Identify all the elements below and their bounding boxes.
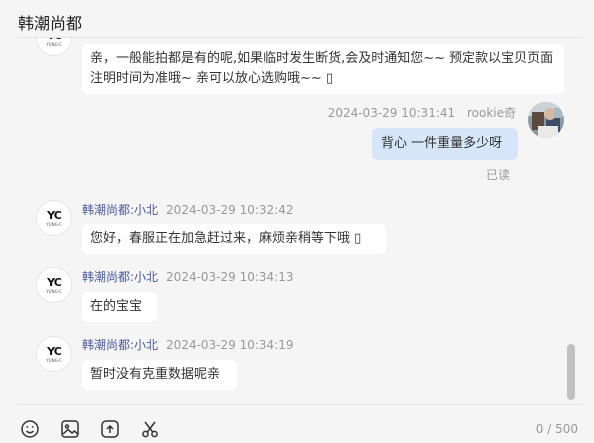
message-text: 亲，一般能拍都是有的呢,如果临时发生断货,会及时通知您~~ 预定款以宝贝页面注明…	[90, 51, 554, 86]
message-time: 2024-03-29 10:34:19	[166, 338, 294, 352]
message-bubble[interactable]: 亲，一般能拍都是有的呢,如果临时发生断货,会及时通知您~~ 预定款以宝贝页面注明…	[82, 44, 564, 94]
sender-name[interactable]: 韩潮尚都:小北	[82, 338, 158, 352]
shop-avatar[interactable]: YC YUNG·C	[36, 336, 72, 372]
message-text: 在的宝宝	[90, 299, 143, 314]
message-time: 2024-03-29 10:32:42	[166, 203, 294, 217]
shop-avatar-subtext: YUNG·C	[46, 41, 62, 47]
shop-avatar[interactable]: YC YUNG·C	[36, 200, 72, 236]
chat-title: 韩潮尚都	[18, 14, 83, 33]
sender-name: rookie奇	[466, 106, 516, 120]
scissors-icon[interactable]	[140, 419, 160, 439]
message-bubble[interactable]: 您好，春服正在加急赶过来，麻烦亲稍等下哦 ▯	[82, 224, 386, 254]
message-bubble-self[interactable]: 背心 一件重量多少呀	[372, 128, 518, 160]
read-status: 已读	[486, 168, 511, 182]
user-avatar[interactable]	[528, 102, 564, 138]
sender-name[interactable]: 韩潮尚都:小北	[82, 203, 158, 217]
message-bubble[interactable]: 暂时没有克重数据呢亲	[82, 360, 237, 390]
input-toolbar: 0 / 500	[0, 405, 594, 441]
upload-icon[interactable]	[100, 419, 120, 439]
header-divider	[18, 37, 582, 38]
image-icon[interactable]	[60, 419, 80, 439]
message-time: 2024-03-29 10:34:13	[166, 270, 294, 284]
shop-avatar-monogram: YC	[47, 38, 62, 41]
message-meta: 韩潮尚都:小北 2024-03-29 10:34:13	[82, 268, 294, 285]
shop-avatar-monogram: YC	[47, 208, 62, 222]
message-text: 背心 一件重量多少呀	[381, 136, 503, 151]
message-bubble[interactable]: 在的宝宝	[82, 292, 157, 322]
scrollbar-thumb[interactable]	[567, 344, 575, 400]
shop-avatar[interactable]: YC YUNG·C	[36, 267, 72, 303]
sender-name[interactable]: 韩潮尚都:小北	[82, 270, 158, 284]
shop-avatar[interactable]: YC YUNG·C	[36, 38, 72, 56]
shop-avatar-subtext: YUNG·C	[46, 221, 62, 227]
message-list[interactable]: YC YUNG·C 亲，一般能拍都是有的呢,如果临时发生断货,会及时通知您~~ …	[0, 38, 594, 404]
message-meta: 2024-03-29 10:31:41 rookie奇	[328, 104, 516, 121]
char-counter: 0 / 500	[535, 422, 578, 436]
user-avatar-photo	[528, 102, 564, 138]
shop-avatar-monogram: YC	[47, 344, 62, 358]
message-text: 您好，春服正在加急赶过来，麻烦亲稍等下哦 ▯	[90, 231, 362, 246]
shop-avatar-subtext: YUNG·C	[46, 357, 62, 363]
message-time: 2024-03-29 10:31:41	[327, 106, 456, 120]
message-meta: 韩潮尚都:小北 2024-03-29 10:34:19	[82, 336, 294, 353]
shop-avatar-subtext: YUNG·C	[46, 288, 62, 294]
shop-avatar-monogram: YC	[47, 275, 62, 289]
chat-header: 韩潮尚都	[0, 0, 594, 38]
emoji-icon[interactable]	[20, 419, 40, 439]
message-meta: 韩潮尚都:小北 2024-03-29 10:32:42	[82, 201, 294, 218]
message-text: 暂时没有克重数据呢亲	[90, 367, 221, 382]
